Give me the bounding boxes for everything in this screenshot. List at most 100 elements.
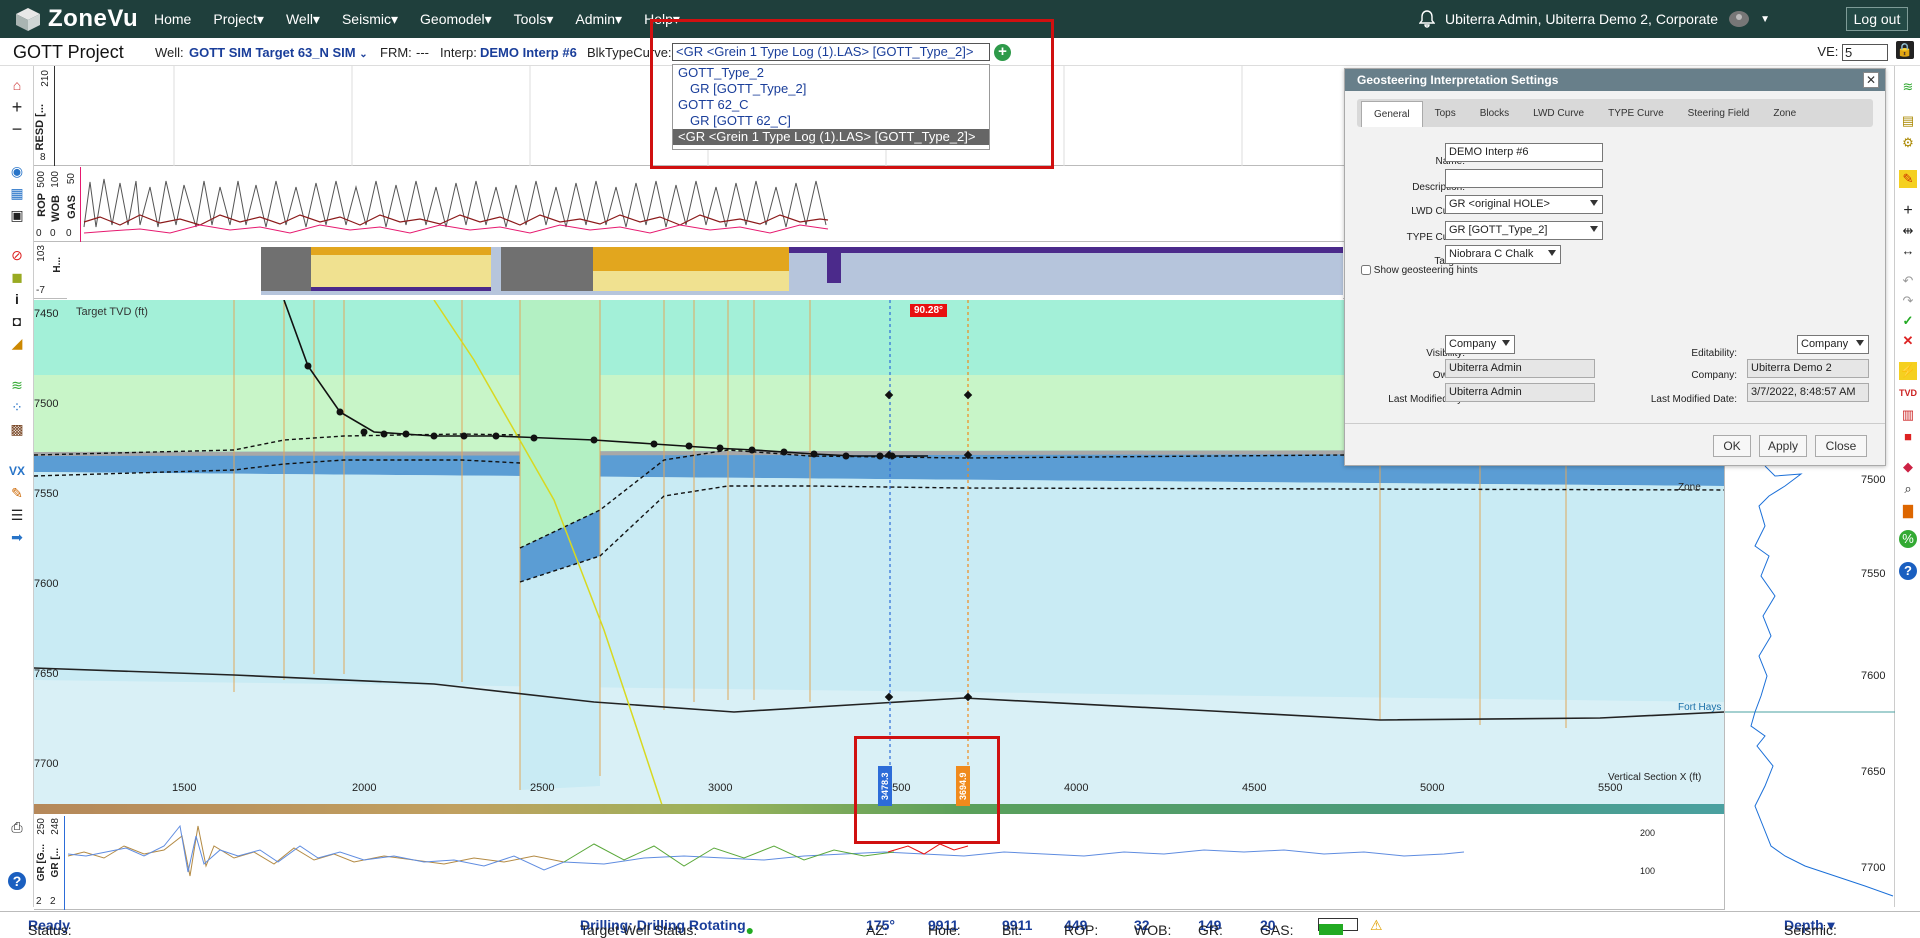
zonevu-logo[interactable]: ZoneVu (14, 4, 138, 34)
blk-track-label: H... (52, 257, 63, 273)
tvd-icon[interactable]: TVD (1899, 384, 1917, 402)
vx-icon[interactable]: VX (8, 462, 26, 480)
bell-icon[interactable] (1418, 10, 1435, 28)
home-icon[interactable]: ⌂ (8, 76, 26, 94)
gas-tick-bottom: 0 (66, 228, 72, 239)
help-right-icon[interactable]: ? (1899, 562, 1917, 580)
name-input[interactable]: DEMO Interp #6 (1445, 143, 1603, 162)
y-tick-7700: 7700 (34, 758, 59, 770)
close-button[interactable]: Close (1815, 435, 1867, 457)
3d-view-icon[interactable]: ▣ (8, 206, 26, 224)
check-icon[interactable]: ✓ (1899, 312, 1917, 330)
editability-select[interactable]: Company (1797, 335, 1869, 354)
no-entry-icon[interactable]: ⊘ (8, 246, 26, 264)
cancel-icon[interactable]: ✕ (1899, 332, 1917, 350)
description-input[interactable] (1445, 169, 1603, 188)
menu-seismic[interactable]: Seismic▾ (342, 11, 398, 28)
arrow-right-icon[interactable]: ➡ (8, 528, 26, 546)
blocks-track[interactable]: 103 -7 H... (34, 243, 1344, 299)
az-label: AZ: (866, 922, 888, 938)
blk-tick-top: 103 (36, 245, 47, 262)
visibility-select[interactable]: Company (1445, 335, 1515, 354)
compass-icon[interactable]: ◉ (8, 162, 26, 180)
ruler-icon[interactable]: ◢ (8, 334, 26, 352)
points-icon[interactable]: ⁘ (8, 398, 26, 416)
cube-right-icon[interactable]: ◆ (1899, 458, 1917, 476)
pencil-icon[interactable]: ✎ (8, 484, 26, 502)
lwd-curve-select[interactable]: GR <original HOLE> (1445, 195, 1603, 214)
ok-button[interactable]: OK (1713, 435, 1751, 457)
warning-icon[interactable]: ⚠ (1370, 917, 1383, 934)
stack-icon[interactable]: ☰ (8, 506, 26, 524)
ve-select[interactable]: 5 (1842, 44, 1888, 62)
avatar-icon[interactable] (1728, 10, 1750, 28)
apply-button[interactable]: Apply (1759, 435, 1807, 457)
grid-icon[interactable]: ▦ (8, 184, 26, 202)
user-dropdown-caret-icon[interactable]: ▼ (1760, 14, 1770, 25)
well-value[interactable]: GOTT SIM Target 63_N SIM (189, 45, 356, 60)
tab-blocks[interactable]: Blocks (1468, 101, 1521, 127)
tab-lwd-curve[interactable]: LWD Curve (1521, 101, 1596, 127)
chart-bars-icon[interactable]: ▥ (1899, 406, 1917, 424)
user-label[interactable]: Ubiterra Admin, Ubiterra Demo 2, Corpora… (1445, 11, 1718, 27)
gas-label: GAS: (1260, 922, 1294, 938)
menu-well[interactable]: Well▾ (286, 11, 320, 28)
tab-zone[interactable]: Zone (1761, 101, 1808, 127)
status-bar: Status: Ready Target Well Status: Drilli… (0, 911, 1920, 938)
info-icon[interactable]: i (8, 290, 26, 308)
menu-home[interactable]: Home (154, 11, 191, 28)
camera-icon[interactable]: ◘ (8, 312, 26, 330)
visibility-value: Company (1449, 338, 1497, 350)
redo-icon[interactable]: ↷ (1899, 292, 1917, 310)
tab-steering-field[interactable]: Steering Field (1676, 101, 1762, 127)
layers-icon[interactable]: ≋ (8, 376, 26, 394)
tab-tops[interactable]: Tops (1423, 101, 1468, 127)
dialog-close-icon[interactable]: ✕ (1863, 72, 1879, 88)
well-selector[interactable]: GOTT SIM Target 63_N SIM ⌄ (189, 45, 368, 60)
well-caret-icon: ⌄ (359, 49, 368, 60)
layers-right-icon[interactable]: ≋ (1899, 78, 1917, 96)
help-icon[interactable]: ? (8, 872, 26, 890)
tab-type-curve[interactable]: TYPE Curve (1596, 101, 1676, 127)
x-tick-1500: 1500 (172, 782, 197, 794)
palette-icon[interactable]: ▇ (1899, 502, 1917, 520)
search-icon[interactable]: ⌕ (1899, 480, 1917, 498)
menu-tools[interactable]: Tools▾ (514, 11, 554, 28)
menu-project[interactable]: Project▾ (213, 11, 264, 28)
undo-icon[interactable]: ↶ (1899, 272, 1917, 290)
dialog-title[interactable]: Geosteering Interpretation Settings (1345, 69, 1885, 91)
x-tick-5000: 5000 (1420, 782, 1445, 794)
document-icon[interactable]: ▤ (1899, 112, 1917, 130)
settings-gear-icon[interactable]: ⚙ (1899, 134, 1917, 152)
menu-geomodel[interactable]: Geomodel▾ (420, 11, 492, 28)
add-icon[interactable]: + (1899, 202, 1917, 220)
type-log-panel[interactable]: 7500 7550 7600 7650 7700 (1724, 466, 1895, 910)
expand-icon[interactable]: ↔ (1899, 242, 1917, 260)
cube-icon[interactable]: ◼ (8, 268, 26, 286)
last-modified-by-value: Ubiterra Admin (1445, 383, 1595, 402)
drilling-track[interactable]: 500 ROP 0 100 WOB 0 50 GAS 0 (34, 167, 1344, 242)
tab-general[interactable]: General (1361, 101, 1423, 127)
interp-label: Interp: (440, 45, 477, 60)
show-hints-checkbox[interactable] (1361, 265, 1371, 276)
red-block-icon[interactable]: ■ (1899, 428, 1917, 446)
editability-caret-icon (1856, 340, 1864, 346)
zoom-in-icon[interactable]: + (8, 98, 26, 116)
steer-icon[interactable]: ⚡ (1899, 362, 1917, 380)
percent-icon[interactable]: % (1899, 530, 1917, 548)
interp-value[interactable]: DEMO Interp #6 (480, 45, 577, 60)
type-log-curve (1725, 466, 1895, 897)
menu-admin[interactable]: Admin▾ (575, 11, 622, 28)
zoom-out-icon[interactable]: − (8, 120, 26, 138)
type-curve-select[interactable]: GR [GOTT_Type_2] (1445, 221, 1603, 240)
target-select[interactable]: Niobrara C Chalk (1445, 245, 1561, 264)
logout-button[interactable]: Log out (1846, 7, 1908, 31)
frm-label: FRM: (380, 45, 412, 60)
map-icon[interactable]: ▩ (8, 420, 26, 438)
lwd-curve-value: GR <original HOLE> (1449, 198, 1550, 210)
print-icon[interactable]: ⎙ (8, 818, 26, 836)
ve-control: VE: 5 (1817, 44, 1888, 62)
edit-pencil-icon[interactable]: ✎ (1899, 170, 1917, 188)
split-icon[interactable]: ⇹ (1899, 222, 1917, 240)
lock-icon[interactable]: 🔒 (1896, 41, 1914, 59)
